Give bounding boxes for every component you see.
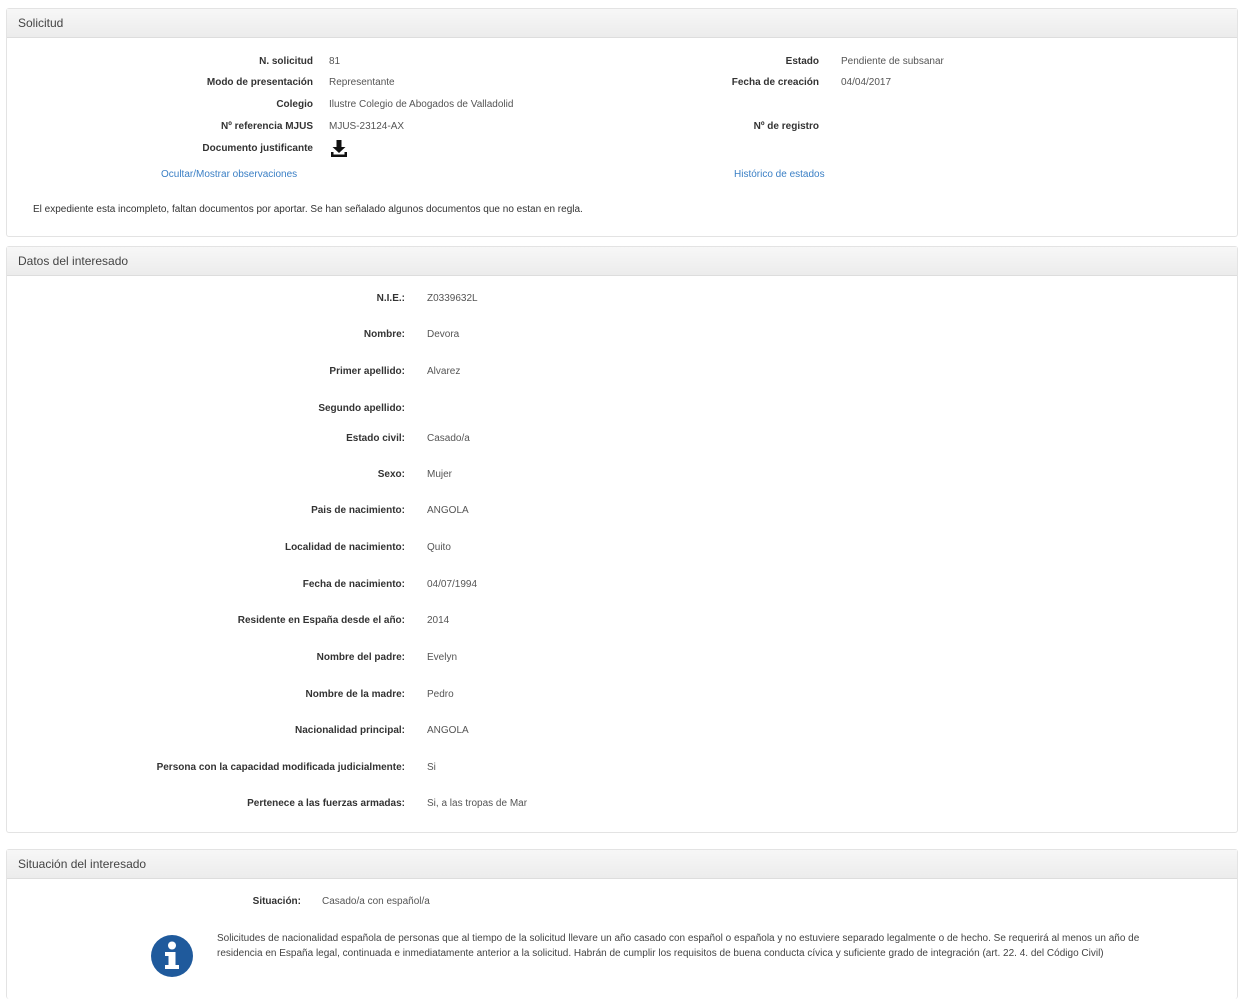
value-nombre-madre: Pedro (427, 689, 454, 700)
value-fecha-nacimiento: 04/07/1994 (427, 579, 478, 590)
observation-text: El expediente esta incompleto, faltan do… (33, 204, 583, 215)
info-icon-wrapper (150, 934, 194, 981)
label-referencia-mjus: Nº referencia MJUS (220, 121, 313, 132)
download-icon (331, 140, 347, 157)
value-nombre-padre: Evelyn (427, 652, 458, 663)
situacion-interesado-panel: Situación del interesado Situación: Casa… (6, 849, 1238, 999)
label-segundo-apellido: Segundo apellido: (318, 403, 405, 414)
label-residente-desde: Residente en España desde el año: (237, 615, 405, 626)
label-situacion: Situación: (252, 896, 301, 907)
value-nie: Z0339632L (427, 293, 478, 304)
value-estado: Pendiente de subsanar (841, 56, 944, 67)
value-sexo: Mujer (427, 469, 453, 480)
label-nombre-madre: Nombre de la madre: (305, 689, 405, 700)
solicitud-panel: Solicitud N. solicitud 81 Modo de presen… (6, 8, 1238, 237)
label-pais-nacimiento: Pais de nacimiento: (311, 505, 405, 516)
situacion-heading: Situación del interesado (7, 850, 1237, 879)
label-localidad-nacimiento: Localidad de nacimiento: (284, 542, 405, 553)
label-capacidad-modificada: Persona con la capacidad modificada judi… (156, 762, 405, 773)
value-referencia-mjus: MJUS-23124-AX (329, 121, 405, 132)
label-primer-apellido: Primer apellido: (329, 366, 405, 377)
info-text-line2: residencia en España legal, continuada e… (217, 948, 1104, 959)
toggle-observaciones-link[interactable]: Ocultar/Mostrar observaciones (161, 169, 297, 180)
value-localidad-nacimiento: Quito (427, 542, 451, 553)
datos-interesado-panel: Datos del interesado N.I.E.: Z0339632L N… (6, 246, 1238, 833)
label-colegio: Colegio (276, 99, 313, 110)
info-text-line1: Solicitudes de nacionalidad española de … (217, 933, 1140, 944)
download-justificante-button[interactable] (329, 139, 349, 162)
label-modo-presentacion: Modo de presentación (206, 77, 313, 88)
label-estado-civil: Estado civil: (346, 433, 405, 444)
value-estado-civil: Casado/a (427, 433, 470, 444)
label-nombre-padre: Nombre del padre: (316, 652, 405, 663)
label-n-registro: Nº de registro (753, 121, 819, 132)
label-fecha-creacion: Fecha de creación (731, 77, 819, 88)
datos-interesado-heading: Datos del interesado (7, 247, 1237, 276)
value-fecha-creacion: 04/04/2017 (841, 77, 892, 88)
value-residente-desde: 2014 (427, 615, 450, 626)
value-modo-presentacion: Representante (329, 77, 395, 88)
value-situacion: Casado/a con español/a (322, 896, 430, 907)
solicitud-heading: Solicitud (7, 9, 1237, 38)
info-circle-icon (151, 935, 193, 977)
label-n-solicitud: N. solicitud (259, 56, 313, 67)
label-nombre: Nombre: (363, 329, 405, 340)
value-capacidad-modificada: Si (427, 762, 436, 773)
label-fuerzas-armadas: Pertenece a las fuerzas armadas: (247, 798, 405, 809)
label-nacionalidad-principal: Nacionalidad principal: (294, 725, 405, 736)
value-primer-apellido: Alvarez (427, 366, 461, 377)
label-estado: Estado (785, 56, 819, 67)
value-colegio: Ilustre Colegio de Abogados de Valladoli… (329, 99, 514, 110)
value-n-solicitud: 81 (329, 56, 341, 67)
value-nombre: Devora (427, 329, 460, 340)
label-nie: N.I.E.: (376, 293, 405, 304)
label-sexo: Sexo: (377, 469, 405, 480)
historico-estados-link[interactable]: Histórico de estados (734, 169, 825, 180)
label-documento-justificante: Documento justificante (202, 143, 313, 154)
label-fecha-nacimiento: Fecha de nacimiento: (302, 579, 405, 590)
value-fuerzas-armadas: Si, a las tropas de Mar (427, 798, 528, 809)
value-nacionalidad-principal: ANGOLA (427, 725, 469, 736)
value-pais-nacimiento: ANGOLA (427, 505, 469, 516)
